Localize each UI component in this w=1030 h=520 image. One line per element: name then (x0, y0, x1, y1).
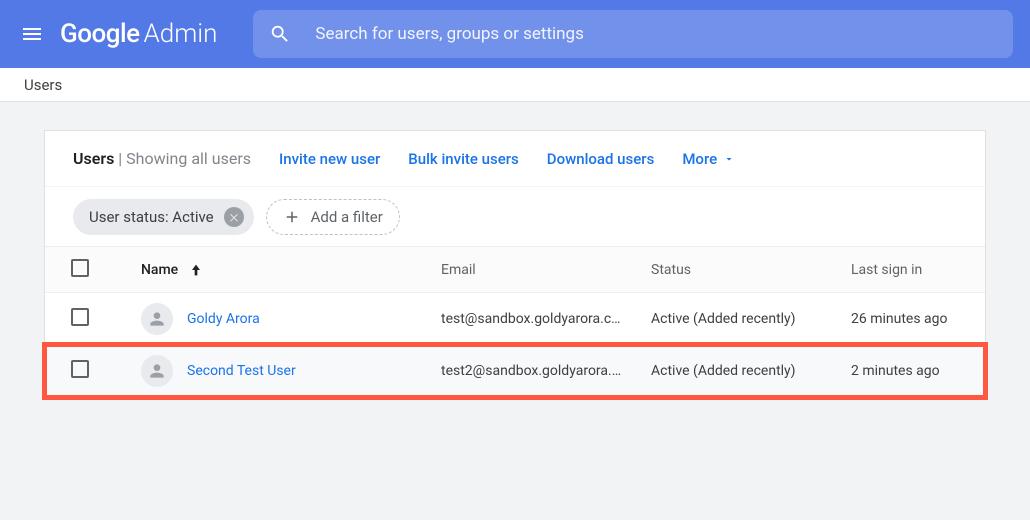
select-all-cell (71, 259, 141, 281)
column-header-email[interactable]: Email (441, 262, 651, 278)
users-card: Users | Showing all users Invite new use… (44, 130, 986, 398)
filter-chip-user-status[interactable]: User status: Active (73, 199, 254, 235)
column-header-last-sign-in[interactable]: Last sign in (851, 262, 1011, 278)
chevron-down-icon (723, 153, 735, 165)
card-title: Users (73, 149, 114, 168)
add-filter-label: Add a filter (311, 208, 383, 226)
search-input[interactable] (315, 24, 997, 44)
remove-filter-icon[interactable] (224, 207, 244, 227)
sort-ascending-icon (188, 262, 204, 278)
table-row[interactable]: Second Test User test2@sandbox.goldyarora… (45, 345, 985, 397)
search-icon (269, 23, 291, 45)
row-checkbox[interactable] (71, 360, 89, 378)
row-last-sign-in-cell: 26 minutes ago (851, 311, 1011, 327)
column-header-status[interactable]: Status (651, 262, 851, 278)
table-header-row: Name Email Status Last sign in (45, 247, 985, 293)
avatar (141, 355, 173, 387)
invite-new-user-link[interactable]: Invite new user (279, 150, 380, 168)
card-subtitle: | Showing all users (118, 149, 251, 168)
table-row[interactable]: Goldy Arora test@sandbox.goldyarora.c…Act… (45, 293, 985, 345)
row-name-cell: Second Test User (141, 355, 441, 387)
row-name-cell: Goldy Arora (141, 303, 441, 335)
logo-admin: Admin (144, 19, 218, 49)
plus-icon (283, 208, 301, 226)
card-title-group: Users | Showing all users (73, 149, 251, 168)
row-email-cell: test2@sandbox.goldyarora.… (441, 363, 651, 379)
row-checkbox-cell (71, 360, 141, 382)
row-email-cell: test@sandbox.goldyarora.c… (441, 311, 651, 327)
more-menu[interactable]: More (682, 150, 735, 168)
download-users-link[interactable]: Download users (547, 150, 655, 168)
row-last-sign-in-cell: 2 minutes ago (851, 363, 1011, 379)
row-checkbox-cell (71, 308, 141, 330)
bulk-invite-users-link[interactable]: Bulk invite users (408, 150, 519, 168)
user-name-link[interactable]: Goldy Arora (187, 311, 260, 327)
row-checkbox[interactable] (71, 308, 89, 326)
filter-row: User status: Active Add a filter (45, 187, 985, 247)
more-label: More (682, 150, 717, 168)
user-name-link[interactable]: Second Test User (187, 363, 296, 379)
content-area: Users | Showing all users Invite new use… (0, 102, 1030, 438)
row-status-cell: Active (Added recently) (651, 363, 851, 379)
select-all-checkbox[interactable] (71, 259, 89, 277)
app-logo: Google Admin (60, 19, 217, 49)
breadcrumb-bar: Users (0, 68, 1030, 102)
breadcrumb: Users (24, 76, 62, 94)
search-box[interactable] (253, 10, 1013, 58)
filter-chip-label: User status: Active (89, 208, 214, 226)
avatar (141, 303, 173, 335)
logo-google: Google (60, 19, 140, 49)
row-status-cell: Active (Added recently) (651, 311, 851, 327)
card-header: Users | Showing all users Invite new use… (45, 131, 985, 187)
hamburger-menu-icon[interactable] (20, 22, 44, 46)
column-header-name[interactable]: Name (141, 262, 441, 278)
app-header: Google Admin (0, 0, 1030, 68)
column-name-label: Name (141, 262, 178, 278)
add-filter-button[interactable]: Add a filter (266, 199, 400, 235)
table-body: Goldy Aroratest@sandbox.goldyarora.c…Act… (45, 293, 985, 397)
